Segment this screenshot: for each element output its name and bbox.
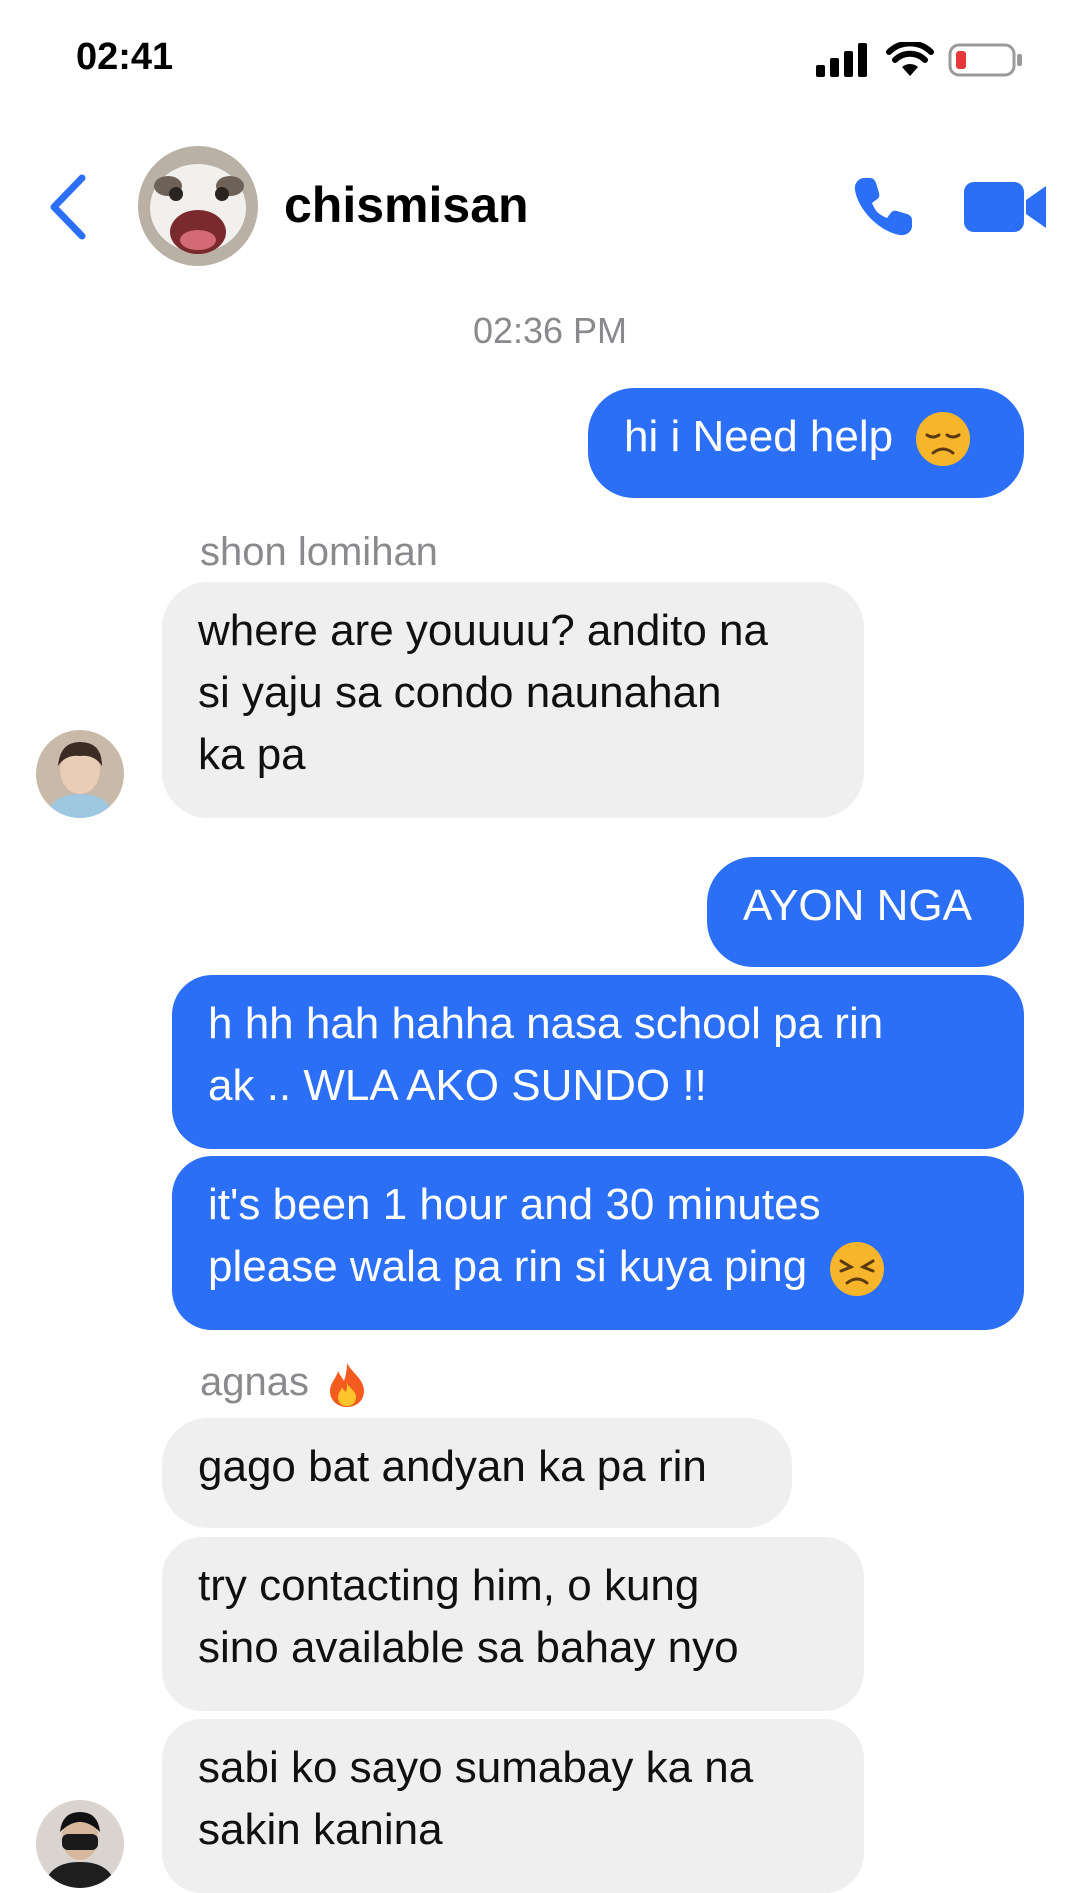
incoming-message[interactable]: try contacting him, o kung sino availabl…	[162, 1537, 864, 1711]
chat-title: chismisan	[284, 177, 529, 233]
cat-avatar-image	[138, 146, 258, 266]
message-line: h hh hah hahha nasa school pa rin	[208, 999, 884, 1048]
sender-avatar[interactable]	[36, 730, 124, 818]
disappointed-face-emoji-icon	[916, 412, 971, 467]
sender-name: shon lomihan	[200, 530, 438, 574]
person-avatar-image	[36, 1800, 124, 1888]
status-time: 02:41	[76, 36, 174, 78]
message-line: try contacting him, o kung	[198, 1561, 700, 1610]
incoming-message[interactable]: gago bat andyan ka pa rin	[162, 1418, 792, 1528]
message-line: si yaju sa condo naunahan	[198, 668, 722, 717]
message-line: sakin kanina	[198, 1805, 443, 1854]
message-line: where are youuuu? andito na	[198, 606, 768, 655]
signal-icon	[816, 43, 867, 77]
battery-icon	[948, 43, 1022, 77]
group-avatar[interactable]	[138, 146, 258, 266]
message-line: it's been 1 hour and 30 minutes	[208, 1180, 821, 1229]
message-text: hi i Need help	[624, 412, 894, 461]
person-avatar-image	[36, 730, 124, 818]
message-line: sabi ko sayo sumabay ka na	[198, 1743, 754, 1792]
message-line: ka pa	[198, 730, 306, 779]
message-line: sino available sa bahay nyo	[198, 1623, 739, 1672]
outgoing-message[interactable]: AYON NGA	[707, 857, 1024, 967]
status-icons	[816, 42, 1024, 78]
outgoing-message[interactable]: it's been 1 hour and 30 minutes please w…	[172, 1156, 1024, 1330]
message-line: ak .. WLA AKO SUNDO !!	[208, 1061, 707, 1110]
status-bar: 02:41	[0, 0, 1080, 110]
outgoing-message[interactable]: hi i Need help	[588, 388, 1024, 498]
video-camera-icon[interactable]	[964, 178, 1048, 236]
sender-name: agnas	[200, 1360, 368, 1408]
persevering-face-emoji-icon	[830, 1242, 885, 1297]
message-line: please wala pa rin si kuya ping	[208, 1236, 988, 1298]
wifi-icon	[886, 42, 934, 76]
back-chevron-icon[interactable]	[44, 172, 94, 242]
message-timestamp: 02:36 PM	[472, 310, 628, 351]
incoming-message[interactable]: where are youuuu? andito na si yaju sa c…	[162, 582, 864, 818]
phone-icon[interactable]	[850, 174, 916, 240]
outgoing-message[interactable]: h hh hah hahha nasa school pa rin ak .. …	[172, 975, 1024, 1149]
message-text: gago bat andyan ka pa rin	[198, 1442, 707, 1491]
sender-avatar[interactable]	[36, 1800, 124, 1888]
chat-header: chismisan	[0, 138, 1080, 270]
message-text: AYON NGA	[743, 881, 973, 930]
incoming-message[interactable]: sabi ko sayo sumabay ka na sakin kanina	[162, 1719, 864, 1893]
fire-emoji-icon	[330, 1363, 365, 1408]
